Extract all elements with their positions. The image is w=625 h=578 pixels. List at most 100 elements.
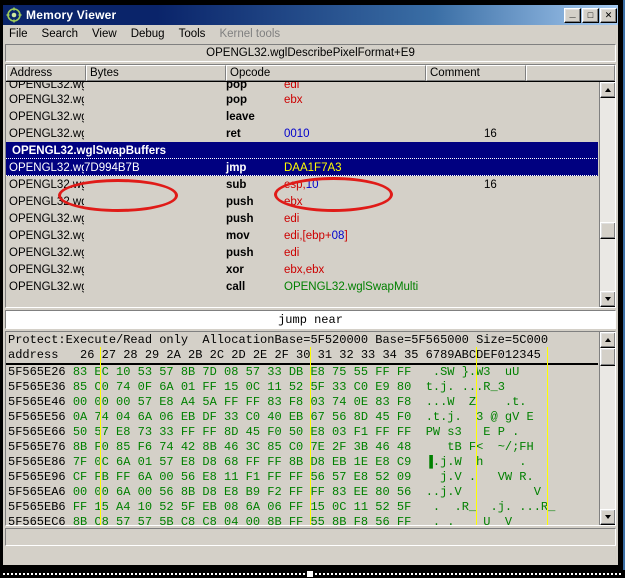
disassembly-address: OPENGL32.wg5B xyxy=(6,94,84,106)
hex-row-address: 5F565EC6 xyxy=(8,515,66,525)
disassembly-row[interactable]: OPENGL32.wg33 DB xorebx,ebx xyxy=(6,261,598,278)
bottom-edit-bar[interactable] xyxy=(5,528,616,546)
disassembly-row[interactable]: OPENGL32.wg53pushebx xyxy=(6,193,598,210)
disassembly-row[interactable]: OPENGL32.wg8B 7D 08movedi,[ebp+08] xyxy=(6,227,598,244)
disassembly-row[interactable]: OPENGL32.wgE8 7555FFFFcallOPENGL32.wglSw… xyxy=(6,278,598,295)
operand-immediate: 10 xyxy=(306,179,319,191)
disassembly-address: OPENGL32.wgE9 xyxy=(6,162,84,174)
hex-row-address: 5F565E36 xyxy=(8,380,66,394)
scroll-down-button[interactable] xyxy=(600,291,616,307)
chevron-up-icon xyxy=(605,88,611,92)
chevron-down-icon xyxy=(605,515,611,519)
hex-row[interactable]: 5F565E66 50 57 E8 73 33 FF FF 8D 45 F0 5… xyxy=(6,425,598,440)
disassembly-opcode: pop xyxy=(226,82,284,91)
memory-protect-line: Protect:Execute/Read only AllocationBase… xyxy=(6,332,598,348)
disassembly-row[interactable]: OPENGL32.wg5Bpopebx xyxy=(6,91,598,108)
disassembly-comment: 16 xyxy=(484,179,544,191)
disassembly-scroll-thumb[interactable] xyxy=(600,222,616,239)
disassembly-row[interactable]: OPENGL32.wgC9leave xyxy=(6,108,598,125)
hex-row[interactable]: 5F565E76 8B F0 85 F6 74 42 8B 46 3C 85 C… xyxy=(6,440,598,455)
window-resize-strip xyxy=(0,570,625,578)
disassembly-opcode: ret xyxy=(226,128,284,140)
disassembly-opcode: jmp xyxy=(226,162,284,174)
minimize-icon: _ xyxy=(565,9,580,22)
hex-row-address: 5F565E96 xyxy=(8,470,66,484)
disassembly-bytes: 7D994B7B xyxy=(84,162,226,174)
hex-row[interactable]: 5F565E56 0A 74 04 6A 06 EB DF 33 C0 40 E… xyxy=(6,410,598,425)
menu-item-debug[interactable]: Debug xyxy=(131,27,172,41)
hex-scroll-thumb[interactable] xyxy=(600,348,616,366)
hex-scroll-up-button[interactable] xyxy=(600,332,616,348)
hex-row-bytes: 50 57 E8 73 33 FF FF 8D 45 F0 50 E8 03 F… xyxy=(73,425,411,439)
scroll-up-button[interactable] xyxy=(600,82,616,98)
hex-dump-content[interactable]: Protect:Execute/Read only AllocationBase… xyxy=(6,332,598,525)
disassembly-row[interactable]: OPENGL32.wg5Fpopedi xyxy=(6,82,598,91)
hex-row-bytes: 85 C0 74 0F 6A 01 FF 15 0C 11 52 5F 33 C… xyxy=(73,380,411,394)
hex-row-ascii: ..j.V V xyxy=(426,485,541,499)
disassembly-label-row[interactable]: OPENGL32.wglSwapBuffers xyxy=(6,142,598,159)
jump-status-text: jump near xyxy=(278,313,343,327)
disassembly-row[interactable]: OPENGL32.wgC2 1000 ret0010 16 xyxy=(6,125,598,142)
column-header-extra[interactable] xyxy=(526,65,615,81)
disassembly-opcode: mov xyxy=(226,230,284,242)
disassembly-operands: ebx,ebx xyxy=(284,264,484,276)
hex-row-address: 5F565E66 xyxy=(8,425,66,439)
disassembly-comment: 16 xyxy=(484,128,544,140)
hex-scrollbar[interactable] xyxy=(599,332,615,525)
column-header-comment[interactable]: Comment xyxy=(426,65,526,81)
disassembly-scrollbar[interactable] xyxy=(599,82,615,307)
menu-item-file[interactable]: File xyxy=(9,27,35,41)
resize-handle[interactable] xyxy=(307,571,313,577)
hex-row-bytes: 8B F0 85 F6 74 42 8B 46 3C 85 C0 7E 2F 3… xyxy=(73,440,411,454)
disassembly-operands: OPENGL32.wglSwapMulti xyxy=(284,281,484,293)
hex-row-bytes: 7F 0C 6A 01 57 E8 D8 68 FF FF 8B D8 EB 1… xyxy=(73,455,411,469)
disassembly-address: OPENGL32.wg53 xyxy=(6,196,84,208)
hex-row[interactable]: 5F565E36 85 C0 74 0F 6A 01 FF 15 0C 11 5… xyxy=(6,380,598,395)
disassembly-address: OPENGL32.wgC2 1000 xyxy=(6,128,84,140)
disassembly-rows: OPENGL32.wg5FpopediOPENGL32.wg5BpopebxOP… xyxy=(6,82,598,307)
disassembly-row[interactable]: OPENGL32.wg57pushedi xyxy=(6,244,598,261)
disassembly-row[interactable]: OPENGL32.wg57pushedi xyxy=(6,210,598,227)
hex-row[interactable]: 5F565E86 7F 0C 6A 01 57 E8 D8 68 FF FF 8… xyxy=(6,455,598,470)
title-bar[interactable]: Memory Viewer _ □ ✕ xyxy=(3,5,618,25)
hex-row[interactable]: 5F565E46 00 00 00 57 E8 A4 5A FF FF 83 F… xyxy=(6,395,598,410)
location-bar[interactable]: OPENGL32.wglDescribePixelFormat+E9 xyxy=(5,44,616,62)
hex-row-bytes: 00 00 00 57 E8 A4 5A FF FF 83 F8 03 74 0… xyxy=(73,395,411,409)
jump-status-bar: jump near xyxy=(5,310,616,329)
chevron-down-icon xyxy=(605,297,611,301)
disassembly-panel: Address Bytes Opcode Comment OPENGL32.wg… xyxy=(5,64,616,308)
operand-immediate: 0010 xyxy=(284,128,310,140)
close-icon: ✕ xyxy=(601,9,616,22)
disassembly-operands: edi xyxy=(284,247,484,259)
disassembly-operands: ebx xyxy=(284,196,484,208)
operand-symbol: OPENGL32.wglSwapMulti xyxy=(284,281,418,293)
maximize-button[interactable]: □ xyxy=(582,8,599,23)
hex-row[interactable]: 5F565E26 83 EC 10 53 57 8B 7D 08 57 33 D… xyxy=(6,365,598,380)
hex-row[interactable]: 5F565EA6 00 00 6A 00 56 8B D8 E8 B9 F2 F… xyxy=(6,485,598,500)
hex-row[interactable]: 5F565EC6 8B C8 57 57 5B C8 C8 04 00 8B F… xyxy=(6,515,598,525)
hex-scroll-down-button[interactable] xyxy=(600,509,616,525)
disassembly-opcode: push xyxy=(226,247,284,259)
hex-row-ascii: t.j. ...R_3 xyxy=(426,380,505,394)
disassembly-opcode: xor xyxy=(226,264,284,276)
hex-row-bytes: 0A 74 04 6A 06 EB DF 33 C0 40 EB 67 56 8… xyxy=(73,410,411,424)
minimize-button[interactable]: _ xyxy=(564,8,581,23)
menu-item-tools[interactable]: Tools xyxy=(179,27,213,41)
hex-row-bytes: 8B C8 57 57 5B C8 C8 04 00 8B FF 55 8B F… xyxy=(73,515,411,525)
hex-row[interactable]: 5F565EB6 FF 15 A4 10 52 5F EB 08 6A 06 F… xyxy=(6,500,598,515)
hex-row[interactable]: 5F565E96 CF FB FF 6A 00 56 E8 11 F1 FF F… xyxy=(6,470,598,485)
menu-item-search[interactable]: Search xyxy=(42,27,85,41)
hex-rows: 5F565E26 83 EC 10 53 57 8B 7D 08 57 33 D… xyxy=(6,365,598,525)
disassembly-operands: 0010 xyxy=(284,128,484,140)
disassembly-row[interactable]: OPENGL32.wg83 EC 10subesp,1016 xyxy=(6,176,598,193)
disassembly-operands: esp,10 xyxy=(284,179,484,191)
column-header-opcode[interactable]: Opcode xyxy=(226,65,426,81)
menu-item-view[interactable]: View xyxy=(92,27,124,41)
hex-row-ascii: . .R_ .j. ...R_ xyxy=(426,500,556,514)
disassembly-column-headers: Address Bytes Opcode Comment xyxy=(6,65,615,82)
disassembly-address: OPENGL32.wg33 DB xyxy=(6,264,84,276)
column-header-bytes[interactable]: Bytes xyxy=(86,65,226,81)
disassembly-row-selected[interactable]: OPENGL32.wgE97D994B7BjmpDAA1F7A3 xyxy=(6,159,598,176)
close-button[interactable]: ✕ xyxy=(600,8,617,23)
column-header-address[interactable]: Address xyxy=(6,65,86,81)
